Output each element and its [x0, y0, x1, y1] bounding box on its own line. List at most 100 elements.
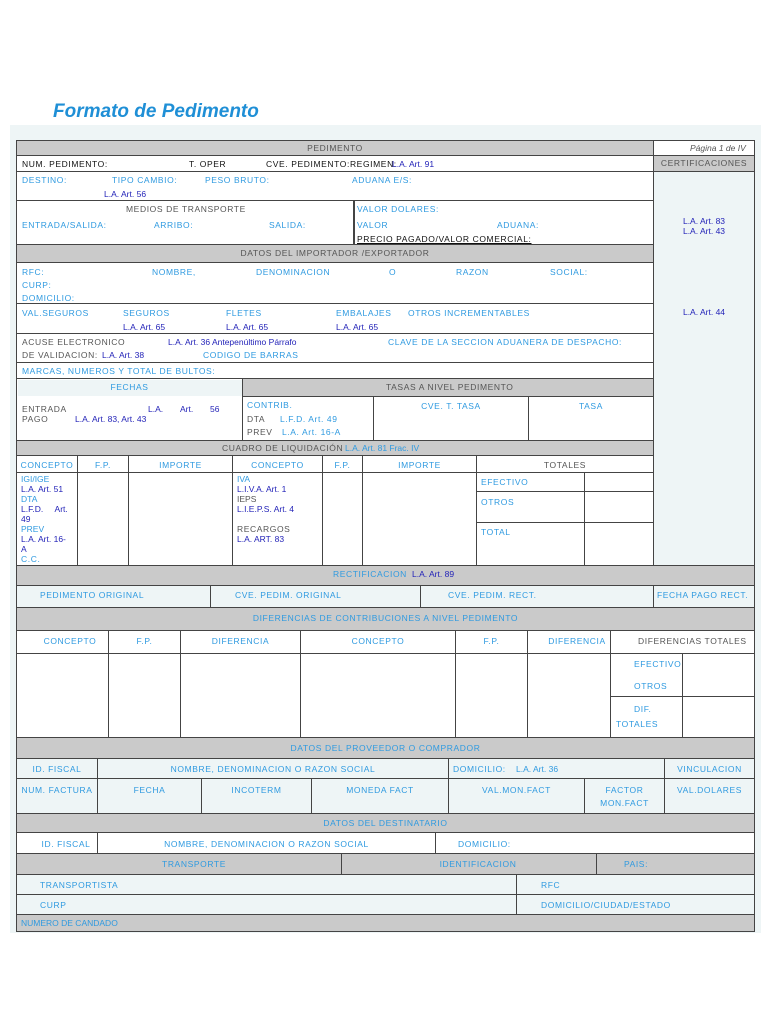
page-number: Página 1 de IV [690, 143, 746, 153]
efectivo-label: EFECTIVO [481, 477, 529, 487]
legal-ref: L.A. Art. 56 [104, 189, 147, 199]
arribo-label: ARRIBO: [154, 220, 194, 230]
diferencias-totales-header: DIFERENCIAS TOTALES [638, 636, 747, 646]
fp-header: F.P. [136, 636, 153, 646]
legal-ref: L.F.D. Art. [21, 504, 68, 514]
legal-ref: L.A. Art. 36 Antepenúltimo Párrafo [168, 337, 297, 347]
cve-pedimento-label: CVE. PEDIMENTO:REGIMEN: [266, 159, 397, 169]
efectivo-label: EFECTIVO [634, 659, 682, 669]
domicilio-label: DOMICILIO: [453, 764, 506, 774]
destino-label: DESTINO: [22, 175, 67, 185]
seguros-label: SEGUROS [123, 308, 170, 318]
val-mon-fact-label: VAL.MON.FACT [482, 785, 551, 795]
legal-ref: L.I.E.P.S. Art. 4 [237, 504, 295, 514]
transportista-label: TRANSPORTISTA [40, 880, 119, 890]
legal-ref: L.A. ART. 83 [237, 534, 285, 544]
fp-header: F.P. [334, 460, 351, 470]
legal-ref: L.A. Art. 89 [412, 569, 455, 579]
section-proveedor: DATOS DEL PROVEEDOR O COMPRADOR [290, 743, 481, 753]
importe-header: IMPORTE [159, 460, 202, 470]
validacion-label: DE VALIDACION: [22, 350, 98, 360]
num-pedimento-label: NUM. PEDIMENTO: [22, 159, 108, 169]
total-label: TOTAL [481, 527, 511, 537]
legal-ref: L.A. Art. 36 [516, 764, 559, 774]
denominacion-label: DENOMINACION [256, 267, 331, 277]
legal-ref: L.I.V.A. Art. 1 [237, 484, 287, 494]
legal-ref: L.A. Art. 51 [21, 484, 64, 494]
num-factura-label: NUM. FACTURA [21, 785, 93, 795]
legal-ref: Art. [180, 404, 194, 414]
tipo-cambio-label: TIPO CAMBIO: [112, 175, 178, 185]
cc-label: C.C. [21, 554, 41, 564]
o-label: O [389, 267, 397, 277]
legal-ref: L.A. [148, 404, 164, 414]
dif-totales-label: TOTALES [616, 719, 659, 729]
salida-label: SALIDA: [269, 220, 306, 230]
aduana-label: ADUANA: [497, 220, 539, 230]
concepto-header: CONCEPTO [20, 460, 74, 470]
legal-ref: 49 [21, 514, 31, 524]
cve-pedim-rect-label: CVE. PEDIM. RECT. [448, 590, 537, 600]
cert-ref: L.A. Art. 43 [682, 226, 726, 236]
fp-header: F.P. [483, 636, 500, 646]
cert-ref: L.A. Art. 44 [682, 307, 726, 317]
id-fiscal-label: ID. FISCAL [32, 764, 82, 774]
transporte-label: TRANSPORTE [162, 859, 226, 869]
otros-label: OTROS [634, 681, 668, 691]
dta-label: DTA [21, 494, 38, 504]
social-label: SOCIAL: [550, 267, 588, 277]
prev-label: PREV [247, 427, 273, 437]
legal-ref: L.A. Art. 65 [123, 322, 166, 332]
contrib-label: CONTRIB. [247, 400, 293, 410]
section-rectificacion: RECTIFICACION [333, 569, 407, 579]
legal-ref: L.F.D. Art. 49 [280, 414, 338, 424]
moneda-fact-label: MONEDA FACT [346, 785, 414, 795]
valor-label: VALOR [357, 220, 389, 230]
domicilio-ciudad-label: DOMICILIO/CIUDAD/ESTADO [541, 900, 671, 910]
incoterm-label: INCOTERM [231, 785, 282, 795]
recargos-label: RECARGOS [237, 524, 291, 534]
otros-incrementables-label: OTROS INCREMENTABLES [408, 308, 530, 318]
legal-ref: L.A. Art. 91 [392, 159, 435, 169]
embalajes-label: EMBALAJES [336, 308, 392, 318]
legal-ref: L.A. Art. 16- [21, 534, 66, 544]
razon-label: RAZON [456, 267, 489, 277]
legal-ref: A [21, 544, 27, 554]
val-dolares-label: VAL.DOLARES [676, 785, 743, 795]
vinculacion-label: VINCULACION [677, 764, 742, 774]
curp-label: CURP: [22, 280, 52, 290]
ieps-label: IEPS [237, 494, 257, 504]
cert-ref: L.A. Art. 83 [682, 216, 726, 226]
section-cuadro: CUADRO DE LIQUIDACIÓN [222, 443, 344, 453]
legal-ref: 56 [210, 404, 220, 414]
legal-ref: L.A. Art. 81 Frac. IV [345, 443, 420, 453]
otros-label: OTROS [481, 497, 515, 507]
aduana-es-label: ADUANA E/S: [352, 175, 412, 185]
cve-pedim-original-label: CVE. PEDIM. ORIGINAL [235, 590, 342, 600]
legal-ref: L.A. Art. 83, Art. 43 [75, 414, 147, 424]
domicilio-label: DOMICILIO: [22, 293, 75, 303]
fecha-label: FECHA [133, 785, 166, 795]
concepto-header: CONCEPTO [251, 460, 304, 470]
certificaciones-header: CERTIFICACIONES [660, 158, 748, 168]
page-title: Formato de Pedimento [53, 101, 259, 122]
diferencia-header: DIFERENCIA [211, 636, 270, 646]
nombre-label: NOMBRE, [152, 267, 196, 277]
dta-label: DTA [247, 414, 266, 424]
tasa-label: TASA [579, 401, 603, 411]
cve-t-tasa-label: CVE. T. TASA [421, 401, 481, 411]
fecha-pago-rect-label: FECHA PAGO RECT. [657, 590, 749, 600]
igi-label: IGI/IGE [21, 474, 50, 484]
totales-header: TOTALES [543, 460, 587, 470]
t-oper-label: T. OPER [189, 159, 227, 169]
nombre-label: NOMBRE, DENOMINACION O RAZON SOCIAL [170, 764, 376, 774]
section-importador: DATOS DEL IMPORTADOR /EXPORTADOR [240, 248, 430, 258]
diferencia-header: DIFERENCIA [548, 636, 606, 646]
section-pedimento: PEDIMENTO [307, 143, 363, 153]
fp-header: F.P. [95, 460, 111, 470]
section-tasas: TASAS A NIVEL PEDIMENTO [386, 382, 514, 392]
factor-label: MON.FACT [600, 798, 649, 808]
section-destinatario: DATOS DEL DESTINATARIO [323, 818, 448, 828]
precio-pagado-label: PRECIO PAGADO/VALOR COMERCIAL: [357, 234, 532, 244]
peso-bruto-label: PESO BRUTO: [205, 175, 270, 185]
